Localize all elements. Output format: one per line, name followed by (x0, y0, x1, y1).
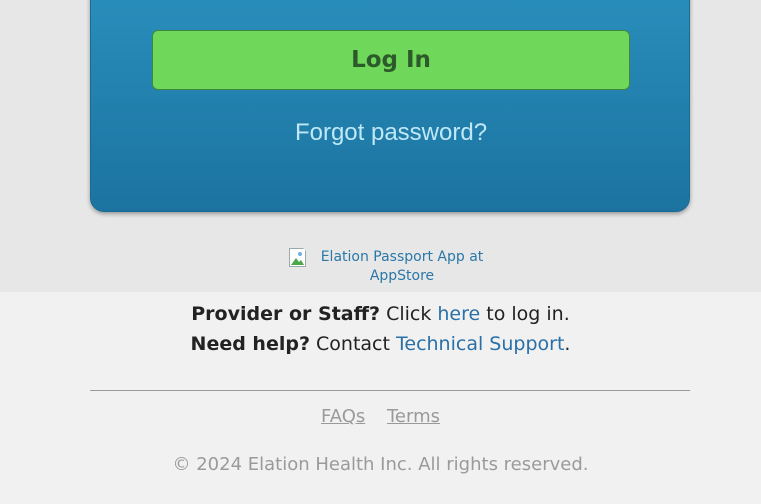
appstore-alt-text: Elation Passport App at AppStore (320, 249, 484, 284)
help-suffix: . (564, 333, 571, 355)
technical-support-link[interactable]: Technical Support (396, 333, 564, 355)
forgot-password-link[interactable]: Forgot password? (91, 119, 691, 147)
broken-image-icon (289, 248, 311, 270)
help-line: Need help? Contact Technical Support. (0, 333, 761, 355)
provider-suffix-text: to log in. (486, 303, 570, 325)
provider-login-line: Provider or Staff? Click here to log in. (0, 303, 761, 325)
copyright-text: © 2024 Elation Health Inc. All rights re… (172, 454, 589, 475)
appstore-badge-link[interactable]: Elation Passport App at AppStore (289, 248, 489, 288)
provider-login-link[interactable]: here (437, 303, 480, 325)
faqs-link[interactable]: FAQs (321, 406, 365, 427)
help-contact-text: Contact (316, 333, 390, 355)
footer-divider (90, 390, 690, 391)
footer-links: FAQs Terms (0, 406, 761, 427)
provider-prompt: Provider or Staff? (191, 303, 381, 325)
terms-link[interactable]: Terms (387, 406, 440, 427)
help-prompt: Need help? (190, 333, 310, 355)
provider-click-text: Click (386, 303, 432, 325)
login-card: Log In Forgot password? (90, 0, 690, 212)
login-button[interactable]: Log In (152, 30, 630, 90)
